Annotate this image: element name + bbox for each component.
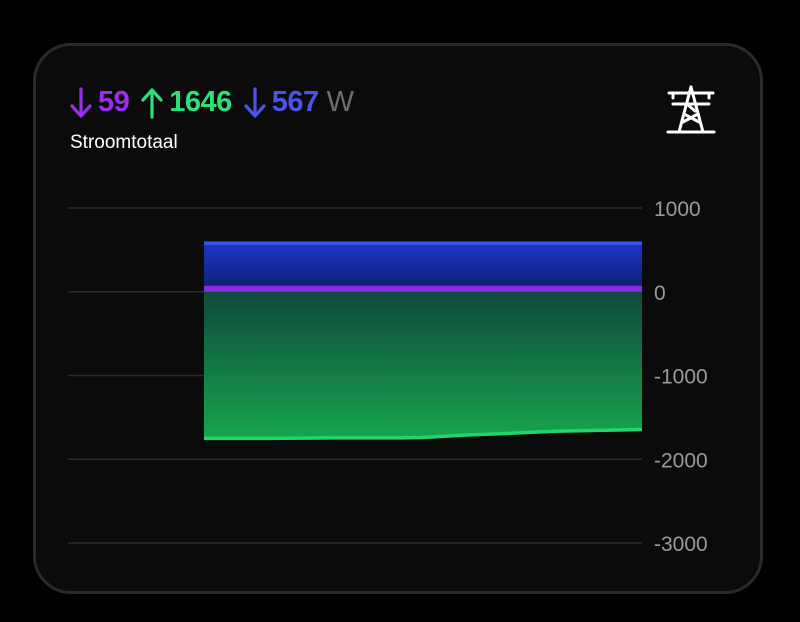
y-axis-ticks: 1000 0 -1000 -2000 -3000 [654,198,708,556]
import-line [204,285,642,292]
y-tick-label: -2000 [654,449,708,472]
y-tick-label: -1000 [654,366,708,389]
consumption-area [204,243,642,292]
y-tick-label: 1000 [654,198,701,221]
series-areas [204,241,643,441]
y-tick-label: -3000 [654,533,708,556]
solar-area [204,291,642,439]
power-chart: 1000 0 -1000 -2000 -3000 [68,198,708,556]
y-tick-label: 0 [654,282,666,305]
